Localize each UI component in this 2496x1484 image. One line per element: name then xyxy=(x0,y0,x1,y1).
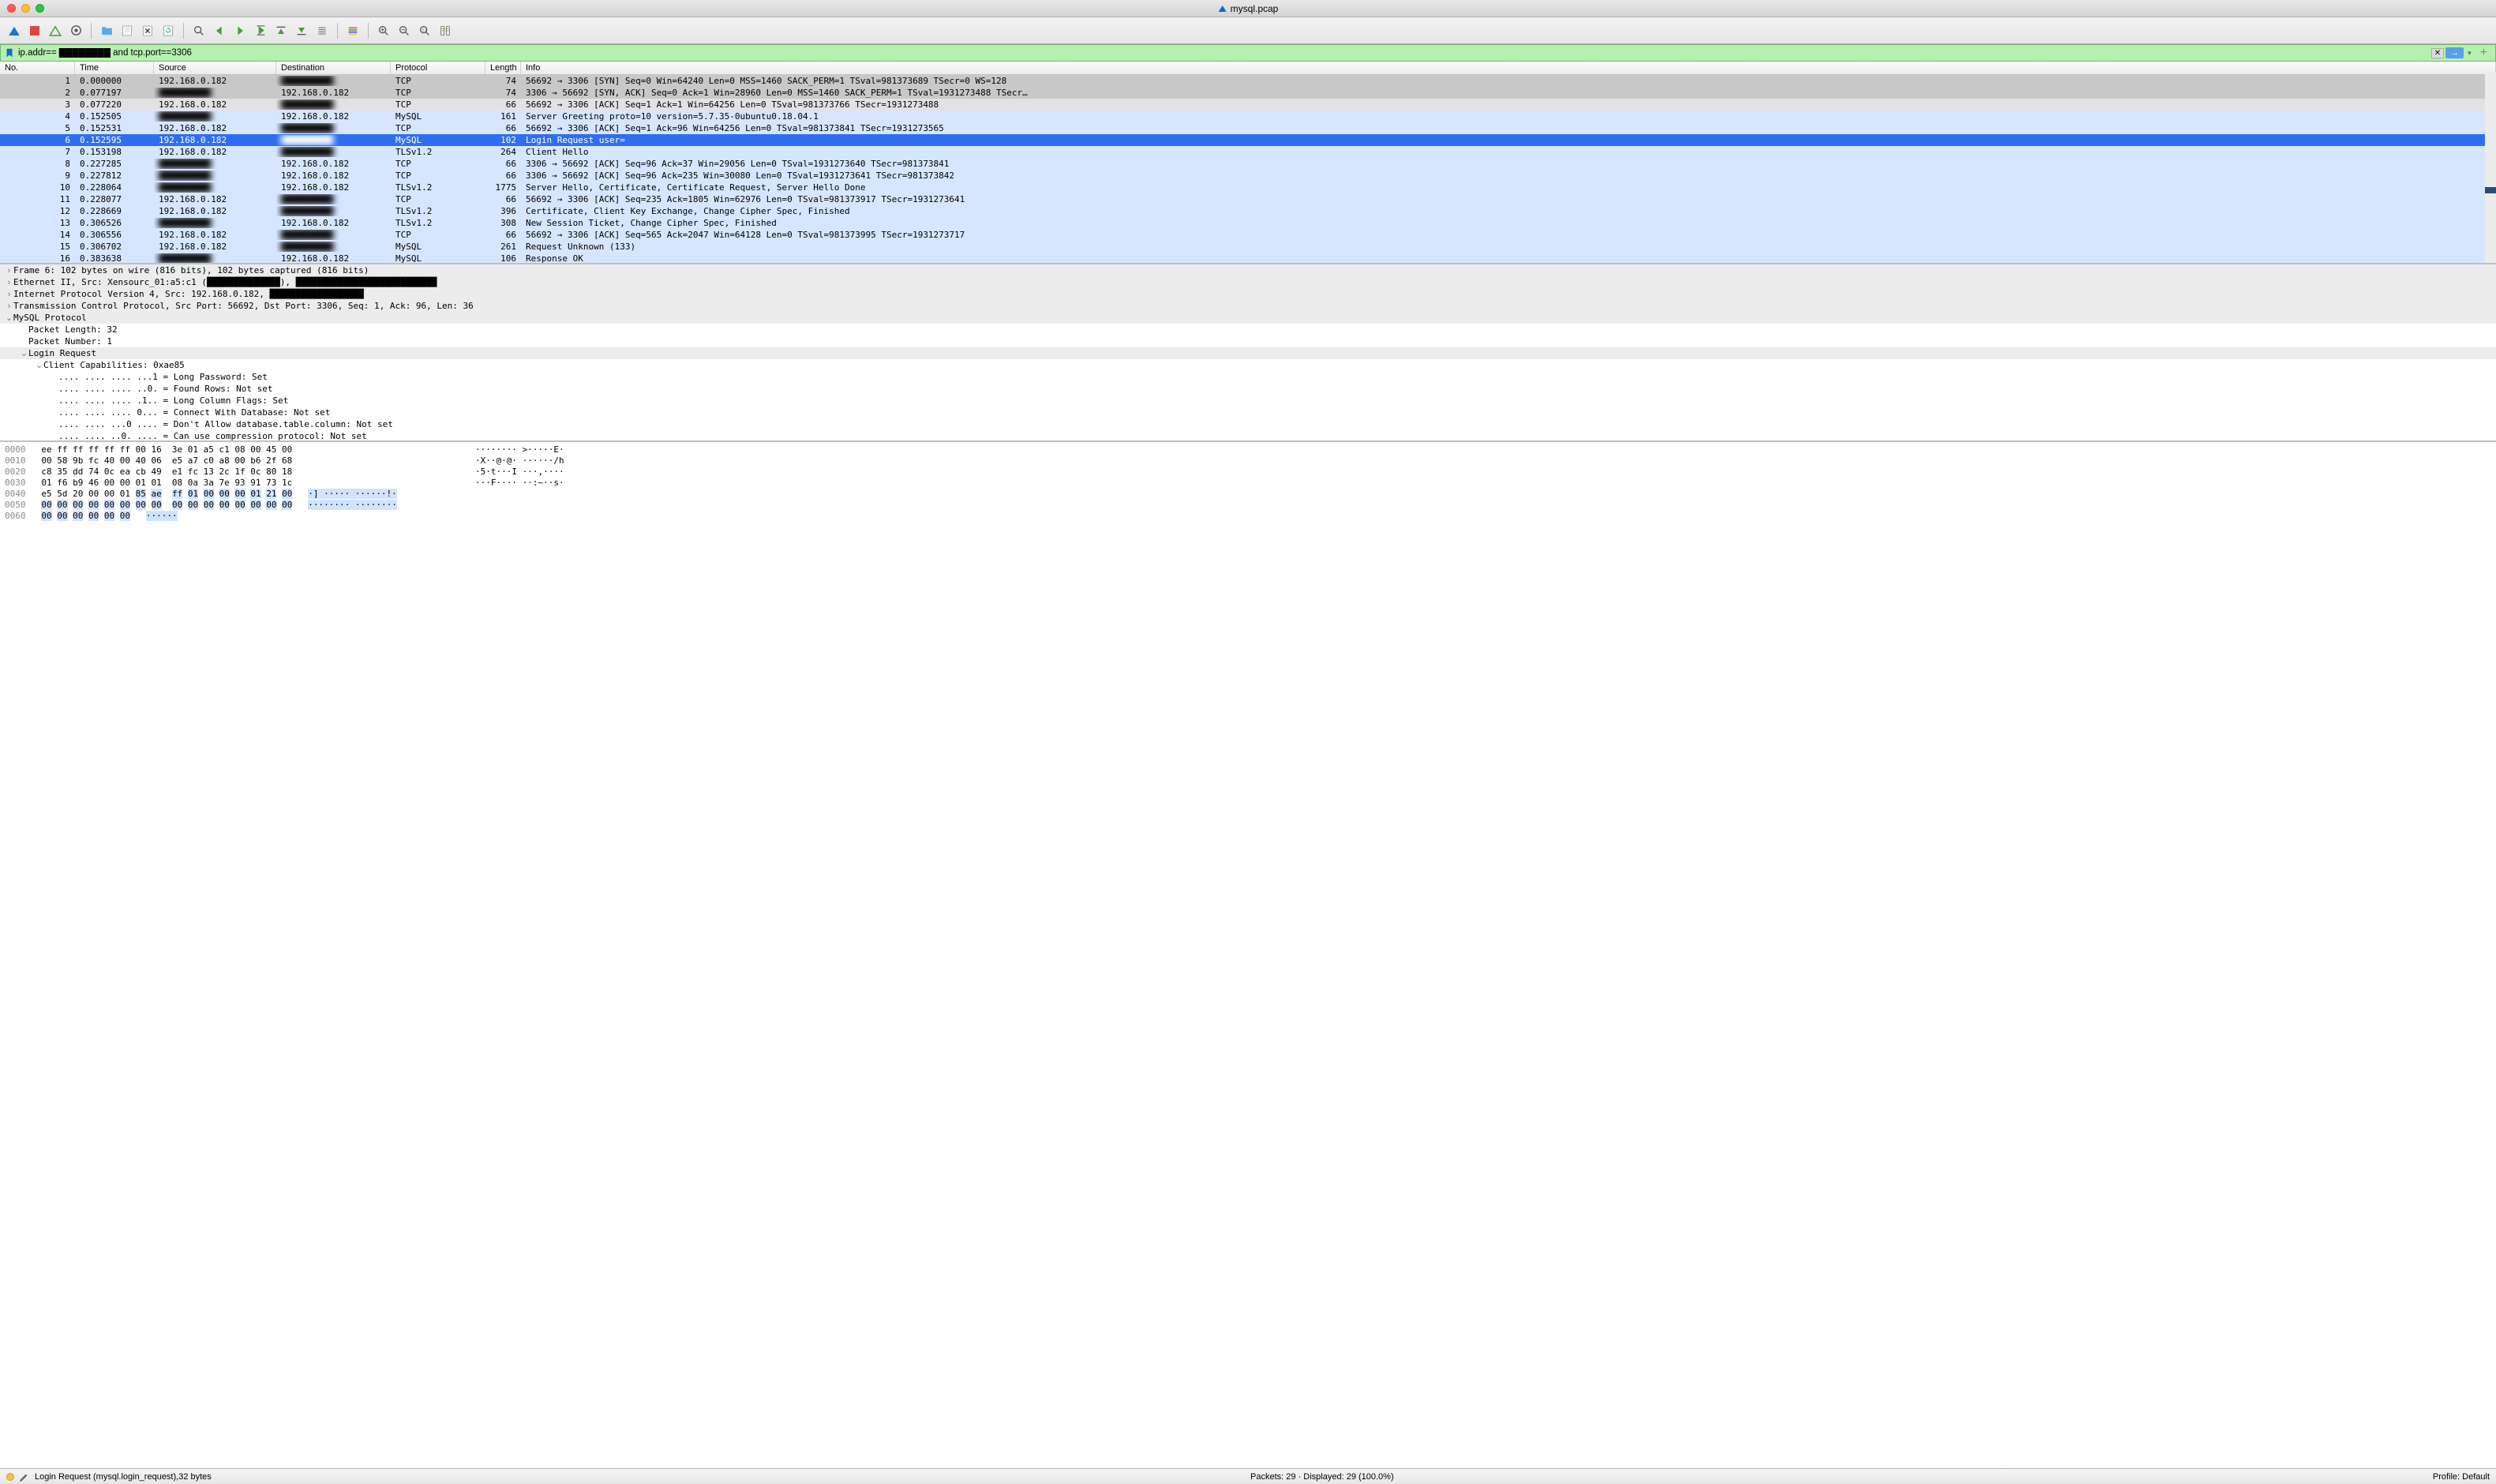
auto-scroll-button[interactable] xyxy=(313,21,332,40)
detail-line[interactable]: Packet Number: 1 xyxy=(0,335,2496,347)
capture-options-button[interactable] xyxy=(66,21,85,40)
disclosure-triangle[interactable]: ⌄ xyxy=(5,313,13,323)
open-file-button[interactable] xyxy=(97,21,116,40)
go-to-packet-button[interactable] xyxy=(251,21,270,40)
packet-bytes-pane[interactable]: 0000 ee ff ff ff ff ff 00 16 3e 01 a5 c1… xyxy=(0,440,2496,1468)
packet-list-scrollbar[interactable] xyxy=(2485,73,2496,263)
col-source[interactable]: Source xyxy=(154,62,276,74)
status-selection: Login Request (mysql.login_request),32 b… xyxy=(35,1472,212,1482)
packet-row[interactable]: 130.306526██████████192.168.0.182TLSv1.2… xyxy=(0,217,2496,229)
col-destination[interactable]: Destination xyxy=(276,62,391,74)
window-title: mysql.pcap xyxy=(1218,3,1279,14)
disclosure-triangle[interactable]: › xyxy=(5,266,13,275)
bookmark-icon[interactable] xyxy=(4,47,15,58)
packet-list-pane[interactable]: No. Time Source Destination Protocol Len… xyxy=(0,62,2496,263)
disclosure-triangle[interactable]: ⌄ xyxy=(20,348,28,358)
wireshark-icon xyxy=(1218,4,1227,13)
hex-line[interactable]: 0060 00 00 00 00 00 00 ······ xyxy=(5,511,2491,522)
titlebar: mysql.pcap xyxy=(0,0,2496,17)
find-packet-button[interactable] xyxy=(189,21,208,40)
hex-line[interactable]: 0010 00 58 9b fc 40 00 40 06 e5 a7 c0 a8… xyxy=(5,455,2491,467)
resize-columns-button[interactable] xyxy=(436,21,455,40)
start-capture-button[interactable] xyxy=(5,21,24,40)
window-close-button[interactable] xyxy=(7,4,16,13)
packet-row[interactable]: 150.306702192.168.0.182██████████MySQL26… xyxy=(0,241,2496,253)
close-file-button[interactable] xyxy=(138,21,157,40)
detail-line[interactable]: .... .... ...0 .... = Don't Allow databa… xyxy=(0,418,2496,430)
detail-line[interactable]: ⌄MySQL Protocol xyxy=(0,312,2496,324)
zoom-reset-button[interactable]: 1:1 xyxy=(415,21,434,40)
detail-line[interactable]: Packet Length: 32 xyxy=(0,324,2496,335)
zoom-out-button[interactable] xyxy=(395,21,414,40)
filter-clear-button[interactable]: ✕ xyxy=(2431,48,2444,58)
disclosure-triangle[interactable]: › xyxy=(5,278,13,287)
col-info[interactable]: Info xyxy=(521,62,2496,74)
hex-line[interactable]: 0030 01 f6 b9 46 00 00 01 01 08 0a 3a 7e… xyxy=(5,478,2491,489)
packet-row[interactable]: 100.228064██████████192.168.0.182TLSv1.2… xyxy=(0,182,2496,193)
disclosure-triangle[interactable]: › xyxy=(5,302,13,311)
status-bar: Login Request (mysql.login_request),32 b… xyxy=(0,1468,2496,1484)
go-forward-button[interactable] xyxy=(230,21,249,40)
hex-line[interactable]: 0020 c8 35 dd 74 0c ea cb 49 e1 fc 13 2c… xyxy=(5,467,2491,478)
packet-row[interactable]: 110.228077192.168.0.182██████████TCP6656… xyxy=(0,193,2496,205)
packet-list-header: No. Time Source Destination Protocol Len… xyxy=(0,62,2496,75)
packet-details-pane[interactable]: ›Frame 6: 102 bytes on wire (816 bits), … xyxy=(0,263,2496,440)
packet-row[interactable]: 10.000000192.168.0.182██████████TCP74566… xyxy=(0,75,2496,87)
window-minimize-button[interactable] xyxy=(21,4,30,13)
filter-apply-button[interactable]: → xyxy=(2445,47,2464,58)
detail-line[interactable]: .... .... ..0. .... = Can use compressio… xyxy=(0,430,2496,440)
status-packets: Packets: 29 · Displayed: 29 (100.0%) xyxy=(1250,1472,1394,1482)
detail-line[interactable]: .... .... .... ..0. = Found Rows: Not se… xyxy=(0,383,2496,395)
reload-file-button[interactable] xyxy=(159,21,178,40)
go-first-button[interactable] xyxy=(272,21,290,40)
detail-line[interactable]: .... .... .... 0... = Connect With Datab… xyxy=(0,407,2496,418)
packet-row[interactable]: 140.306556192.168.0.182██████████TCP6656… xyxy=(0,229,2496,241)
status-profile[interactable]: Profile: Default xyxy=(2433,1472,2490,1482)
detail-line[interactable]: ›Internet Protocol Version 4, Src: 192.1… xyxy=(0,288,2496,300)
detail-line[interactable]: .... .... .... .1.. = Long Column Flags:… xyxy=(0,395,2496,407)
toolbar: 1:1 xyxy=(0,17,2496,44)
col-length[interactable]: Length xyxy=(485,62,521,74)
packet-row[interactable]: 160.383638██████████192.168.0.182MySQL10… xyxy=(0,253,2496,263)
expert-info-button[interactable] xyxy=(6,1473,14,1481)
save-file-button[interactable] xyxy=(118,21,137,40)
packet-row[interactable]: 120.228669192.168.0.182██████████TLSv1.2… xyxy=(0,205,2496,217)
display-filter-bar: ✕ → ▾ + xyxy=(0,44,2496,62)
go-back-button[interactable] xyxy=(210,21,229,40)
hex-line[interactable]: 0000 ee ff ff ff ff ff 00 16 3e 01 a5 c1… xyxy=(5,444,2491,455)
svg-text:1:1: 1:1 xyxy=(422,28,428,32)
window-maximize-button[interactable] xyxy=(36,4,44,13)
detail-line[interactable]: ⌄Login Request xyxy=(0,347,2496,359)
hex-line[interactable]: 0050 00 00 00 00 00 00 00 00 00 00 00 00… xyxy=(5,500,2491,511)
packet-row[interactable]: 40.152505██████████192.168.0.182MySQL161… xyxy=(0,111,2496,122)
hex-line[interactable]: 0040 e5 5d 20 00 00 01 85 ae ff 01 00 00… xyxy=(5,489,2491,500)
stop-capture-button[interactable] xyxy=(25,21,44,40)
packet-row[interactable]: 60.152595192.168.0.182██████████MySQL102… xyxy=(0,134,2496,146)
filter-dropdown-button[interactable]: ▾ xyxy=(2465,49,2474,58)
packet-row[interactable]: 80.227285██████████192.168.0.182TCP66330… xyxy=(0,158,2496,170)
disclosure-triangle[interactable]: ⌄ xyxy=(35,360,43,370)
colorize-button[interactable] xyxy=(343,21,362,40)
restart-capture-button[interactable] xyxy=(46,21,65,40)
display-filter-input[interactable] xyxy=(15,48,2431,58)
zoom-in-button[interactable] xyxy=(374,21,393,40)
packet-row[interactable]: 70.153198192.168.0.182██████████TLSv1.22… xyxy=(0,146,2496,158)
go-last-button[interactable] xyxy=(292,21,311,40)
disclosure-triangle[interactable]: › xyxy=(5,290,13,299)
packet-row[interactable]: 50.152531192.168.0.182██████████TCP66566… xyxy=(0,122,2496,134)
edit-icon[interactable] xyxy=(19,1471,30,1482)
detail-line[interactable]: ›Frame 6: 102 bytes on wire (816 bits), … xyxy=(0,264,2496,276)
col-no[interactable]: No. xyxy=(0,62,75,74)
col-protocol[interactable]: Protocol xyxy=(391,62,485,74)
detail-line[interactable]: ›Ethernet II, Src: Xensourc_01:a5:c1 (██… xyxy=(0,276,2496,288)
packet-row[interactable]: 20.077197██████████192.168.0.182TCP74330… xyxy=(0,87,2496,99)
add-filter-button[interactable]: + xyxy=(2475,46,2492,60)
col-time[interactable]: Time xyxy=(75,62,154,74)
detail-line[interactable]: ›Transmission Control Protocol, Src Port… xyxy=(0,300,2496,312)
detail-line[interactable]: .... .... .... ...1 = Long Password: Set xyxy=(0,371,2496,383)
packet-row[interactable]: 30.077220192.168.0.182██████████TCP66566… xyxy=(0,99,2496,111)
packet-row[interactable]: 90.227812██████████192.168.0.182TCP66330… xyxy=(0,170,2496,182)
detail-line[interactable]: ⌄Client Capabilities: 0xae85 xyxy=(0,359,2496,371)
